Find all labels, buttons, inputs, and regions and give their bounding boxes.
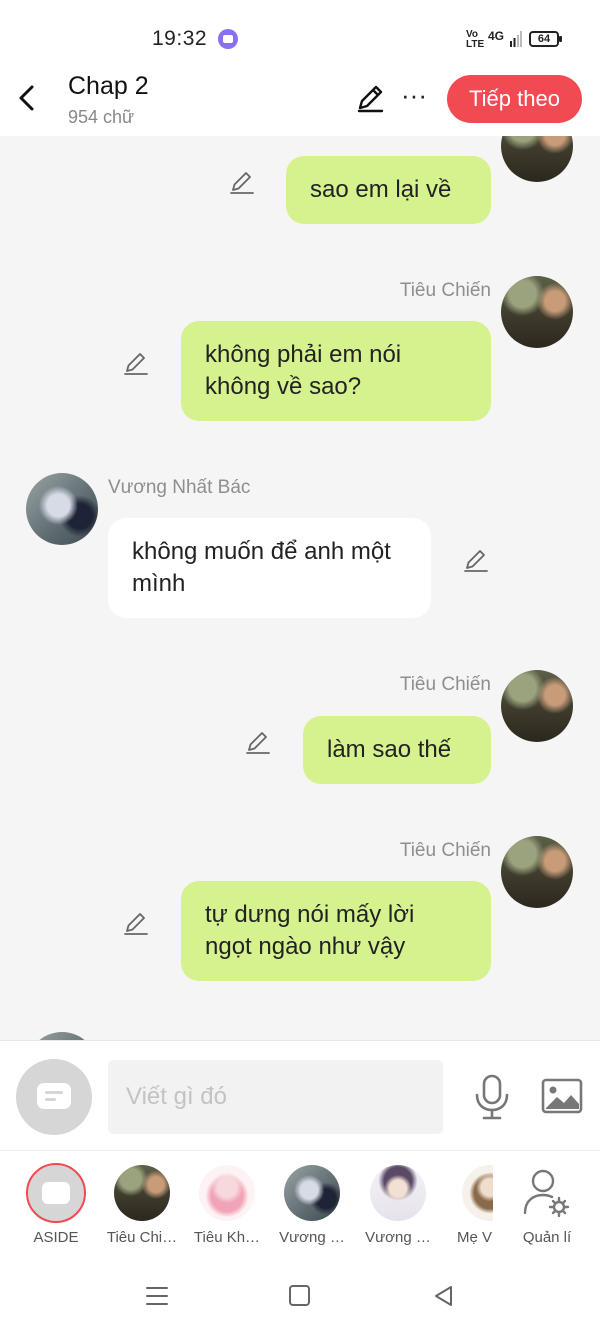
character-bar: ASIDE Tiêu Chi… Tiêu Kh… Vương … Vương ……: [0, 1150, 600, 1260]
message-bubble[interactable]: làm sao thế: [303, 716, 491, 784]
sender-name: Tiêu Chiến: [399, 840, 491, 861]
network-indicator: 4G: [488, 29, 505, 43]
edit-pencil-icon[interactable]: [354, 82, 386, 114]
back-triangle-icon[interactable]: [432, 1284, 454, 1308]
sender-name: Tiêu Chiến: [399, 674, 491, 695]
message-bubble[interactable]: tự dưng nói mấy lời ngọt ngào như vậy: [181, 881, 491, 981]
chapter-header: Chap 2 954 chữ ··· Tiếp theo: [0, 72, 600, 136]
character-label: ASIDE: [33, 1229, 79, 1246]
message-input[interactable]: [108, 1060, 443, 1134]
character-label: Quản lí: [522, 1229, 572, 1246]
more-options-button[interactable]: ···: [400, 82, 428, 114]
chat-bubble-icon: [37, 1083, 71, 1109]
avatar-tieu-chien[interactable]: [501, 670, 573, 742]
character-tieu-kh[interactable]: Tiêu Kh…: [187, 1163, 267, 1255]
manage-user-gear-icon: [523, 1169, 570, 1218]
sender-name: Vương Nhất Bác: [108, 477, 251, 498]
battery-icon: 64: [529, 31, 562, 47]
message-bubble[interactable]: không phải em nói không về sao?: [181, 321, 491, 421]
word-count: 954 chữ: [68, 107, 135, 127]
character-me-vuong[interactable]: Mẹ Vư: [443, 1163, 493, 1255]
system-nav-bar: [0, 1260, 600, 1333]
character-vuong-2[interactable]: Vương …: [358, 1163, 438, 1255]
character-tieu-chien[interactable]: Tiêu Chi…: [102, 1163, 182, 1255]
back-arrow-icon[interactable]: [10, 80, 46, 116]
chapter-title[interactable]: Chap 2: [68, 72, 149, 101]
aside-toggle-button[interactable]: [16, 1059, 92, 1135]
aside-icon: [26, 1163, 86, 1223]
next-button[interactable]: Tiếp theo: [447, 75, 582, 123]
message-composer: [0, 1040, 600, 1150]
avatar: [284, 1165, 340, 1221]
avatar-vuong-nhat-bac[interactable]: [26, 1032, 98, 1040]
recent-apps-icon[interactable]: [145, 1285, 169, 1307]
character-label: Tiêu Kh…: [193, 1229, 261, 1246]
avatar-tieu-chien[interactable]: [501, 136, 573, 182]
status-time: 19:32: [152, 27, 208, 50]
volte-indicator: Vo LTE: [466, 29, 485, 50]
avatar: [114, 1165, 170, 1221]
avatar: [199, 1165, 255, 1221]
avatar-vuong-nhat-bac[interactable]: [26, 473, 98, 545]
character-vuong-nhat-bac[interactable]: Vương …: [272, 1163, 352, 1255]
status-bar: 19:32 Vo LTE 4G 64: [0, 0, 600, 72]
avatar: [462, 1165, 493, 1221]
signal-icon: [510, 31, 522, 47]
avatar: [370, 1165, 426, 1221]
edit-message-icon[interactable]: [228, 168, 256, 196]
avatar-tieu-chien[interactable]: [501, 276, 573, 348]
sender-name: Tiêu Chiến: [399, 280, 491, 301]
microphone-icon[interactable]: [472, 1073, 512, 1121]
avatar-tieu-chien[interactable]: [501, 836, 573, 908]
app-notification-icon: [218, 29, 238, 49]
home-icon[interactable]: [289, 1285, 310, 1306]
character-label: Mẹ Vư: [457, 1229, 493, 1246]
edit-message-icon[interactable]: [122, 349, 150, 377]
character-aside[interactable]: ASIDE: [16, 1163, 96, 1255]
edit-message-icon[interactable]: [122, 909, 150, 937]
character-label: Tiêu Chi…: [106, 1229, 178, 1246]
edit-message-icon[interactable]: [462, 546, 490, 574]
character-label: Vương …: [279, 1229, 345, 1246]
edit-message-icon[interactable]: [244, 728, 272, 756]
character-label: Vương …: [365, 1229, 431, 1246]
manage-characters-button[interactable]: Quản lí: [507, 1163, 587, 1255]
message-bubble[interactable]: không muốn để anh một mình: [108, 518, 431, 618]
message-bubble[interactable]: sao em lại về: [286, 156, 491, 224]
image-icon[interactable]: [540, 1076, 584, 1116]
chat-thread[interactable]: sao em lại về Tiêu Chiến không phải em n…: [0, 136, 600, 1040]
